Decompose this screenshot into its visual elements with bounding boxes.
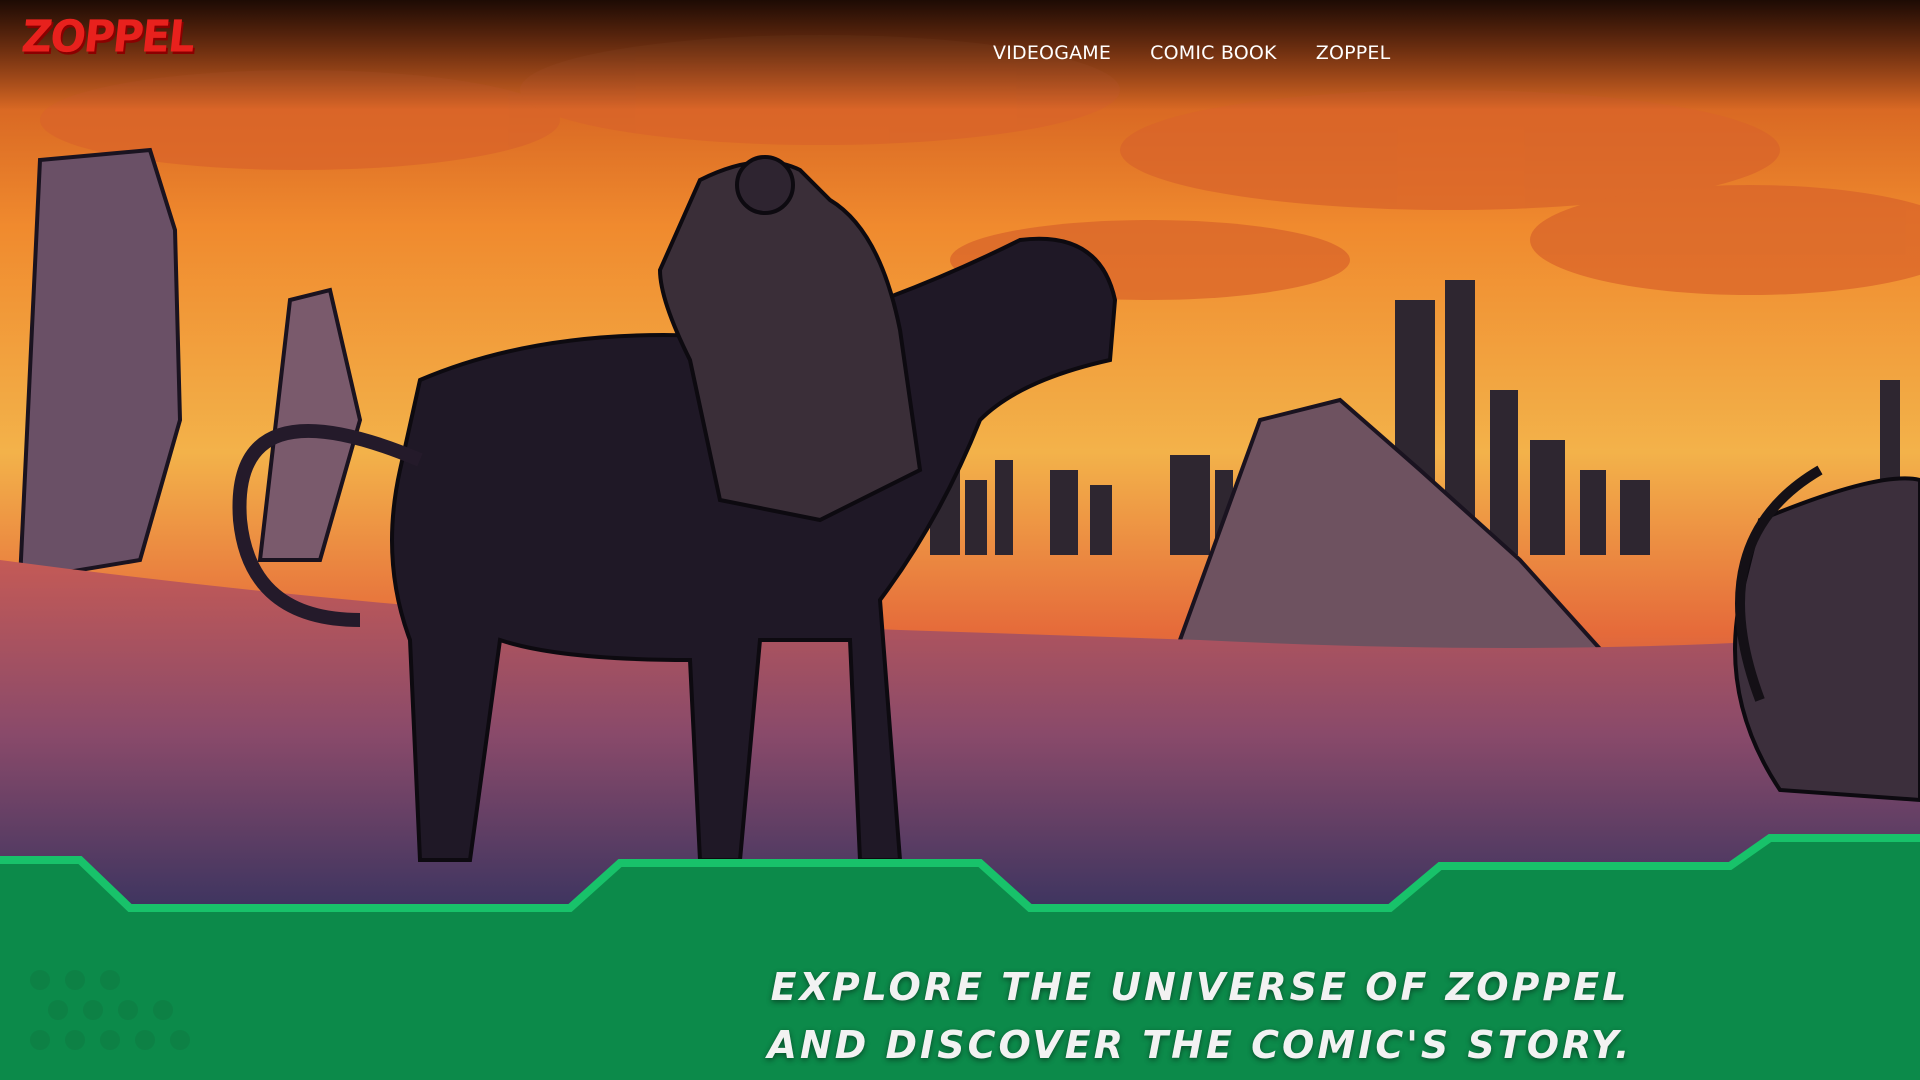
hero-illustration	[0, 0, 1920, 905]
nav-item-zoppel[interactable]: ZOPPEL	[1316, 42, 1391, 64]
hero-scene	[0, 0, 1920, 905]
nav-item-videogame[interactable]: VIDEOGAME	[993, 42, 1111, 64]
top-bar	[0, 0, 1920, 110]
headline-line-1: EXPLORE THE UNIVERSE OF ZOPPEL	[770, 965, 1630, 1009]
hero-headline: EXPLORE THE UNIVERSE OF ZOPPEL AND DISCO…	[700, 958, 1700, 1074]
main-nav: VIDEOGAME COMIC BOOK ZOPPEL	[993, 42, 1390, 64]
nav-item-comic-book[interactable]: COMIC BOOK	[1150, 42, 1277, 64]
zoppel-logo[interactable]: ZOPPEL	[19, 11, 196, 62]
headline-line-2: AND DISCOVER THE COMIC'S STORY.	[767, 1023, 1633, 1067]
